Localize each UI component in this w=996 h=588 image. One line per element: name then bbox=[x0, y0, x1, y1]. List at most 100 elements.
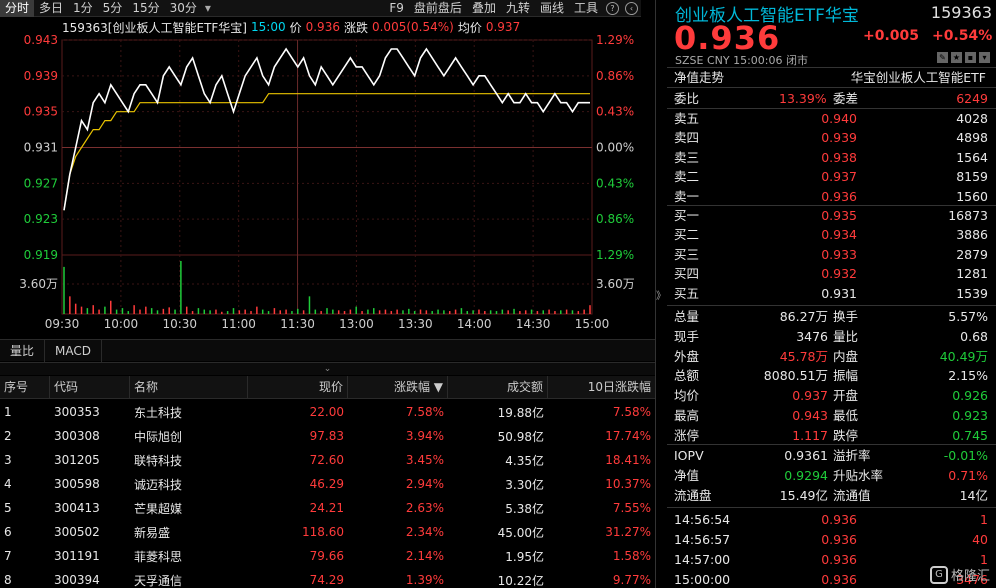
level-volume: 1560 bbox=[956, 188, 988, 204]
ask-level[interactable]: 卖四 0.939 4898 bbox=[667, 128, 996, 147]
col-name[interactable]: 名称 bbox=[130, 376, 248, 399]
row-name: 新易盛 bbox=[134, 525, 171, 540]
bid-level[interactable]: 买二 0.934 3886 bbox=[667, 225, 996, 244]
stat-value: 0.9294 bbox=[784, 468, 828, 483]
row-index: 6 bbox=[4, 525, 12, 539]
row-name: 中际旭创 bbox=[134, 429, 183, 444]
row-turnover: 5.38亿 bbox=[505, 501, 544, 516]
level-price: 0.931 bbox=[821, 285, 857, 301]
stat-value: 0.926 bbox=[952, 388, 988, 404]
row-price: 72.60 bbox=[309, 453, 344, 467]
table-row[interactable]: 3 301205 联特科技 72.60 3.45% 4.35亿 18.41% bbox=[0, 448, 655, 472]
stat-value: 0.943 bbox=[792, 408, 828, 423]
ask-level[interactable]: 卖二 0.937 8159 bbox=[667, 167, 996, 186]
row-code: 301205 bbox=[54, 453, 100, 467]
stat-label: 跌停 bbox=[833, 427, 859, 443]
row-10day-change: 7.55% bbox=[612, 501, 651, 515]
stat-value: 15.49亿 bbox=[779, 488, 828, 503]
stat-label: 最低 bbox=[833, 408, 859, 423]
level-price: 0.933 bbox=[821, 246, 857, 262]
tick-time: 15:00:00 bbox=[674, 572, 731, 587]
bid-level[interactable]: 买五 0.931 1539 bbox=[667, 284, 996, 303]
col-price[interactable]: 现价 bbox=[248, 376, 348, 399]
sidebar-toggle-icon[interactable]: 》 bbox=[656, 0, 666, 588]
col-change-pct[interactable]: 涨跌幅 ▼ bbox=[348, 376, 448, 399]
table-row[interactable]: 5 300413 芒果超媒 24.21 2.63% 5.38亿 7.55% bbox=[0, 496, 655, 520]
stat-row: IOPV 0.9361 溢折率 -0.01% bbox=[667, 446, 996, 465]
bid-level[interactable]: 买三 0.933 2879 bbox=[667, 245, 996, 264]
level-label: 卖四 bbox=[674, 130, 700, 146]
level-price: 0.934 bbox=[821, 227, 857, 243]
x-tick-label: 10:00 bbox=[104, 317, 139, 331]
stat-label: 净值 bbox=[674, 468, 700, 483]
quote-panel: 创业板人工智能ETF华宝 159363 0.936 +0.005 +0.54% … bbox=[667, 0, 996, 588]
pin-icon[interactable]: ▪ bbox=[965, 52, 976, 63]
tick-row: 14:56:54 0.936 1 bbox=[667, 510, 996, 529]
net-value-label: 净值走势 bbox=[674, 70, 725, 85]
tick-time: 14:56:54 bbox=[674, 512, 731, 527]
watermark: G 格隆汇 bbox=[929, 565, 990, 584]
y-pct-tick-label: 0.00% bbox=[596, 141, 634, 155]
row-code: 300598 bbox=[54, 477, 100, 491]
col-10day-change[interactable]: 10日涨跌幅 bbox=[548, 376, 655, 399]
col-index[interactable]: 序号 bbox=[0, 376, 50, 399]
stat-value: 0.71% bbox=[948, 468, 988, 483]
row-10day-change: 9.77% bbox=[612, 573, 651, 587]
net-value-row[interactable]: 净值走势 华宝创业板人工智能ETF bbox=[667, 68, 996, 87]
stat-value: 0.745 bbox=[952, 427, 988, 443]
level-price: 0.937 bbox=[821, 169, 857, 185]
col-turnover[interactable]: 成交额 bbox=[448, 376, 548, 399]
row-index: 4 bbox=[4, 477, 12, 491]
ask-level[interactable]: 卖五 0.940 4028 bbox=[667, 109, 996, 128]
row-change-pct: 3.45% bbox=[405, 453, 444, 467]
edit-icon[interactable]: ✎ bbox=[937, 52, 948, 63]
table-row[interactable]: 4 300598 诚迈科技 46.29 2.94% 3.30亿 10.37% bbox=[0, 472, 655, 496]
star-icon[interactable]: ★ bbox=[951, 52, 962, 63]
table-row[interactable]: 7 301191 菲菱科思 79.66 2.14% 1.95亿 1.58% bbox=[0, 544, 655, 568]
intraday-chart[interactable]: 0.943 1.29% 0.939 0.86% 0.935 0.43% 0.931 0.00%… bbox=[0, 0, 655, 338]
ask-level[interactable]: 卖一 0.936 1560 bbox=[667, 187, 996, 206]
stat-label: 现手 bbox=[674, 328, 700, 344]
row-turnover: 19.88亿 bbox=[497, 405, 544, 420]
bid-level[interactable]: 买四 0.932 1281 bbox=[667, 264, 996, 283]
tab-volume-ratio[interactable]: 量比 bbox=[0, 340, 46, 362]
stat-label: 涨停 bbox=[674, 427, 700, 443]
bid-level[interactable]: 买一 0.935 16873 bbox=[667, 206, 996, 225]
row-change-pct: 2.34% bbox=[405, 525, 444, 539]
table-row[interactable]: 8 300394 天孚通信 74.29 1.39% 10.22亿 9.77% bbox=[0, 568, 655, 588]
level-price: 0.939 bbox=[821, 130, 857, 146]
y-tick-label: 0.943 bbox=[24, 33, 58, 47]
row-change-pct: 2.94% bbox=[405, 477, 444, 491]
row-code: 300353 bbox=[54, 405, 100, 419]
volume-scale-label-right: 3.60万 bbox=[596, 277, 635, 291]
more-icon[interactable]: ▾ bbox=[979, 52, 990, 63]
table-row[interactable]: 1 300353 东土科技 22.00 7.58% 19.88亿 7.58% bbox=[0, 400, 655, 424]
x-tick-label: 10:30 bbox=[162, 317, 197, 331]
x-tick-label: 13:00 bbox=[339, 317, 374, 331]
level-label: 买三 bbox=[674, 246, 700, 262]
wc-value: 6249 bbox=[956, 91, 988, 106]
stat-label: 总量 bbox=[674, 309, 700, 324]
ask-level[interactable]: 卖三 0.938 1564 bbox=[667, 148, 996, 167]
price-change-pct: +0.54% bbox=[932, 28, 993, 44]
x-tick-label: 09:30 bbox=[45, 317, 80, 331]
x-tick-label: 14:30 bbox=[516, 317, 551, 331]
stat-row: 最高 0.943 最低 0.923 bbox=[667, 406, 996, 425]
stat-value: 5.57% bbox=[948, 309, 988, 324]
row-index: 8 bbox=[4, 573, 12, 587]
y-tick-label: 0.923 bbox=[24, 212, 58, 226]
col-code[interactable]: 代码 bbox=[50, 376, 130, 399]
tick-time: 14:57:00 bbox=[674, 552, 731, 567]
table-row[interactable]: 2 300308 中际旭创 97.83 3.94% 50.98亿 17.74% bbox=[0, 424, 655, 448]
price-line bbox=[63, 47, 590, 211]
row-index: 2 bbox=[4, 429, 12, 443]
tab-macd[interactable]: MACD bbox=[45, 340, 102, 362]
row-10day-change: 1.58% bbox=[612, 549, 651, 563]
y-pct-tick-label: 1.29% bbox=[596, 248, 634, 262]
stat-label: 流通盘 bbox=[674, 488, 712, 503]
stat-row: 现手 3476 量比 0.68 bbox=[667, 327, 996, 346]
row-price: 79.66 bbox=[309, 549, 344, 563]
table-row[interactable]: 6 300502 新易盛 118.60 2.34% 45.00亿 31.27% bbox=[0, 520, 655, 544]
collapse-chevron-icon[interactable]: ⌄ bbox=[0, 362, 655, 375]
stat-row: 净值 0.9294 升贴水率 0.71% bbox=[667, 466, 996, 485]
